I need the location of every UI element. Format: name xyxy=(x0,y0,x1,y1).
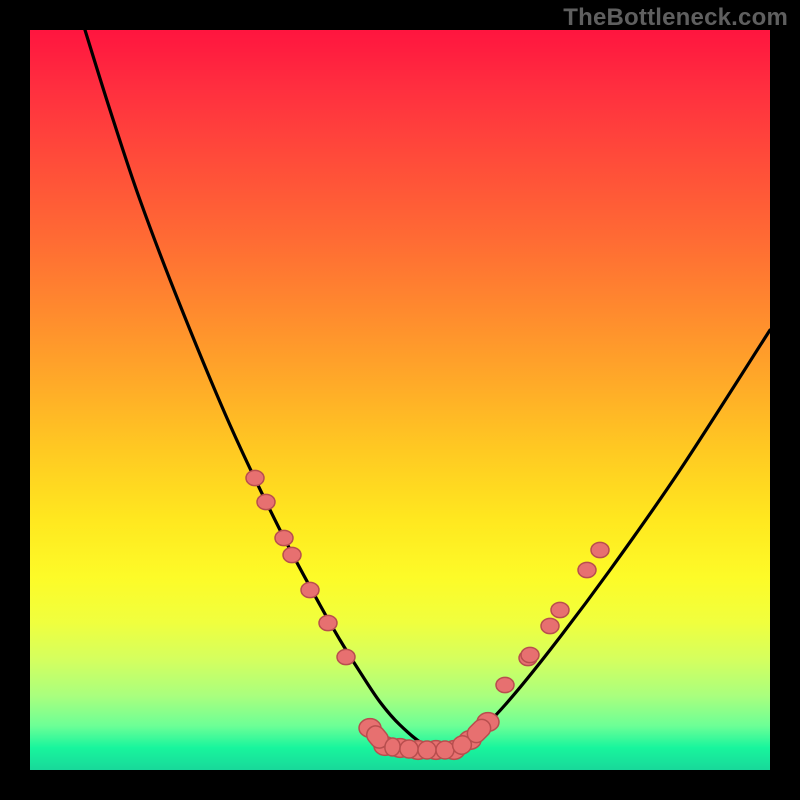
bead-markers xyxy=(246,470,609,759)
bead-dot xyxy=(319,615,337,630)
curve-layer xyxy=(30,30,770,770)
watermark-text: TheBottleneck.com xyxy=(563,4,788,32)
bead-connector xyxy=(436,741,454,759)
bead-dot xyxy=(521,647,539,662)
plot-area xyxy=(30,30,770,770)
bead-dot xyxy=(246,470,264,485)
bottleneck-curve xyxy=(85,30,770,751)
chart-frame: TheBottleneck.com xyxy=(0,0,800,800)
bead-dot xyxy=(337,649,355,664)
bead-dot xyxy=(301,582,319,597)
bead-dot xyxy=(283,547,301,562)
bead-dot xyxy=(257,494,275,509)
bead-dot xyxy=(591,542,609,557)
bead-dot xyxy=(578,562,596,577)
bead-dot xyxy=(541,618,559,633)
bead-dot xyxy=(275,530,293,545)
bead-dot xyxy=(551,602,569,617)
bead-connector xyxy=(418,741,436,759)
bead-dot xyxy=(496,677,514,692)
